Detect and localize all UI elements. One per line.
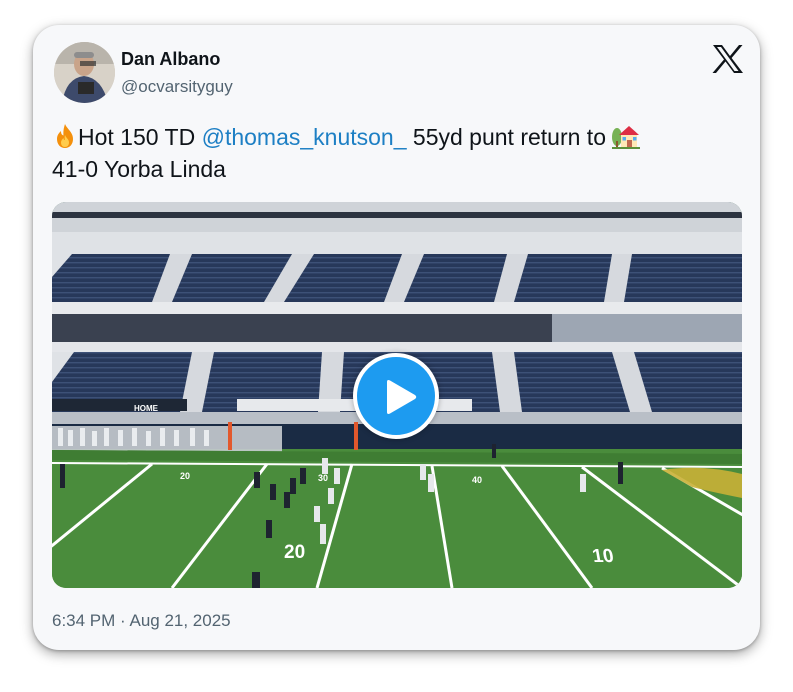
far-yard-marker-20: 20 <box>180 471 190 481</box>
author-handle[interactable]: @ocvarsityguy <box>121 77 233 97</box>
author-avatar[interactable] <box>54 42 115 103</box>
yard-marker-10: 10 <box>591 546 616 567</box>
tweet-text-middle: 55yd punt return to <box>406 124 613 150</box>
tweet-timestamp[interactable]: 6:34 PM · Aug 21, 2025 <box>52 611 231 631</box>
mention-link[interactable]: @thomas_knutson_ <box>202 124 407 150</box>
house-with-garden-emoji-icon <box>612 123 641 149</box>
scoreboard-label: HOME <box>134 404 159 413</box>
tweet-text-start: Hot 150 TD <box>78 124 202 150</box>
far-yard-marker-40: 40 <box>472 475 482 485</box>
play-icon <box>387 380 417 414</box>
tweet-text-line2: 41-0 Yorba Linda <box>52 156 226 182</box>
yard-marker-20: 20 <box>284 542 305 563</box>
tweet-text: Hot 150 TD @thomas_knutson_ 55yd punt re… <box>52 121 742 185</box>
x-logo-icon[interactable] <box>712 45 743 73</box>
author-name[interactable]: Dan Albano <box>121 49 220 70</box>
play-button[interactable] <box>353 353 439 439</box>
fire-emoji-icon <box>52 123 78 149</box>
far-yard-marker-30: 30 <box>318 473 328 483</box>
tweet-card: Dan Albano @ocvarsityguy Hot 150 TD @tho… <box>33 25 760 650</box>
video-player[interactable]: HOME 20 10 20 30 40 <box>52 202 742 588</box>
